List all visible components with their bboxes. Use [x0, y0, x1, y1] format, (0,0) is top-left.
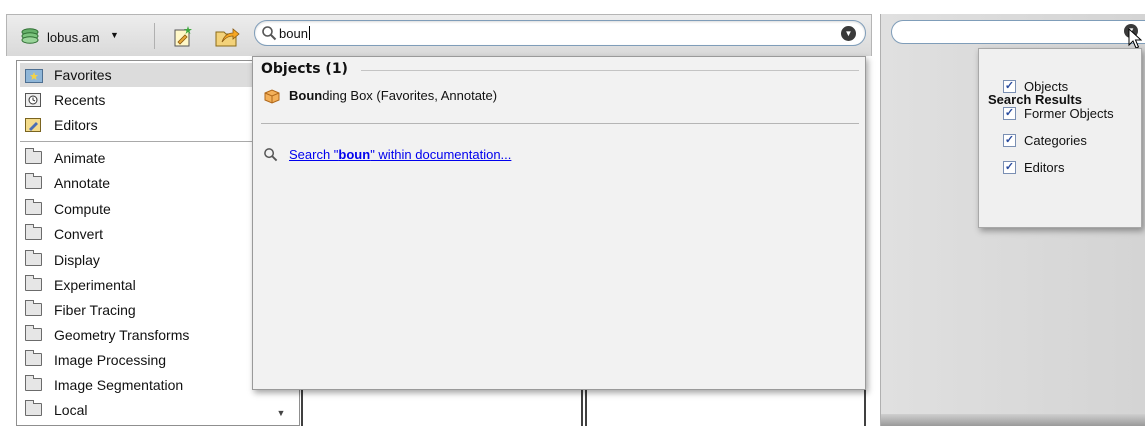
folder-icon	[25, 199, 42, 215]
category-label: Geometry Transforms	[54, 327, 190, 343]
option-label: Objects	[1024, 79, 1069, 94]
folder-icon	[25, 224, 42, 240]
category-label: Experimental	[54, 277, 136, 293]
editors-icon	[25, 118, 41, 132]
search-icon	[264, 148, 278, 162]
link-suffix: " within documentation...	[370, 147, 512, 162]
category-label: Image Segmentation	[54, 377, 184, 393]
checkbox-checked-icon[interactable]: ✓	[1003, 161, 1016, 174]
search-value: boun	[279, 26, 308, 41]
category-label: Convert	[54, 226, 104, 242]
link-term: boun	[338, 147, 371, 162]
section-header: Objects (1)	[261, 61, 348, 77]
export-icon[interactable]	[214, 24, 240, 48]
folder-icon	[25, 148, 42, 164]
search-input[interactable]: boun ▼	[254, 20, 866, 46]
category-label: Fiber Tracing	[54, 302, 136, 318]
folder-icon	[25, 250, 42, 266]
folder-icon	[25, 173, 42, 189]
search-suggestions-popup: Objects (1) Bounding Box (Favorites, Ann…	[252, 56, 866, 390]
folder-icon	[25, 350, 42, 366]
mouse-cursor-icon	[1128, 28, 1142, 49]
checkbox-checked-icon[interactable]: ✓	[1003, 80, 1016, 93]
category-label: Annotate	[54, 175, 111, 191]
main-window: lobus.am ▼ boun ▼ Favorites Recents Edit…	[0, 0, 878, 426]
category-label: Animate	[54, 150, 106, 166]
favorites-folder-icon	[25, 69, 43, 83]
server-selector-label[interactable]: lobus.am	[47, 30, 100, 45]
category-label: Recents	[54, 92, 106, 108]
category-label: Image Processing	[54, 352, 167, 368]
result-text: ding Box (Favorites, Annotate)	[322, 88, 498, 103]
checkbox-checked-icon[interactable]: ✓	[1003, 107, 1016, 120]
recents-clock-icon	[25, 93, 41, 107]
toolbar-separator	[154, 23, 155, 49]
category-label: Local	[54, 402, 88, 418]
folder-icon	[25, 300, 42, 316]
option-label: Former Objects	[1024, 106, 1114, 121]
result-label: Bounding Box (Favorites, Annotate)	[289, 88, 497, 103]
server-icon[interactable]	[21, 28, 39, 44]
section-rule	[361, 70, 859, 71]
divider	[261, 123, 859, 124]
folder-icon	[25, 375, 42, 391]
chevron-down-icon[interactable]: ▼	[110, 30, 119, 40]
detail-window: ▼ Search Results ✓Objects ✓Former Object…	[878, 0, 1145, 426]
checkbox-checked-icon[interactable]: ✓	[1003, 134, 1016, 147]
new-document-icon[interactable]	[171, 24, 195, 48]
category-label: Compute	[54, 201, 111, 217]
link-prefix: Search "	[289, 147, 339, 162]
option-label: Categories	[1024, 133, 1087, 148]
search-documentation-link[interactable]: Search "boun" within documentation...	[289, 147, 511, 162]
search-result-item[interactable]: Bounding Box (Favorites, Annotate)	[253, 85, 865, 109]
window-bottom-edge	[881, 414, 1145, 426]
folder-icon	[25, 275, 42, 291]
category-label: Favorites	[54, 67, 112, 83]
search-documentation-row[interactable]: Search "boun" within documentation...	[253, 143, 865, 165]
category-label: Display	[54, 252, 100, 268]
category-label: Editors	[54, 117, 98, 133]
category-folder-local[interactable]: Local	[20, 398, 298, 422]
scroll-down-icon[interactable]: ▼	[273, 402, 289, 424]
search-icon	[262, 26, 277, 41]
folder-icon	[25, 400, 42, 416]
search-options-icon[interactable]: ▼	[841, 26, 856, 41]
folder-icon	[25, 325, 42, 341]
option-label: Editors	[1024, 160, 1065, 175]
search-input[interactable]	[891, 20, 1145, 44]
text-caret	[308, 26, 310, 40]
result-match: Boun	[289, 88, 323, 103]
bounding-box-icon	[264, 89, 280, 104]
